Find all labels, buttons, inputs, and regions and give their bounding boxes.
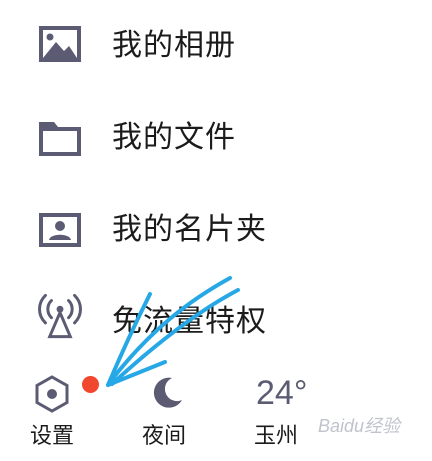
watermark-text: Baidu经验 bbox=[318, 416, 401, 436]
menu-item-business-cards[interactable]: 我的名片夹 bbox=[0, 184, 432, 276]
settings-label: 设置 bbox=[30, 424, 75, 449]
bottom-toolbar: 设置 夜间 24° 玉州 bbox=[0, 362, 432, 461]
notification-badge bbox=[82, 376, 99, 393]
moon-icon bbox=[153, 377, 182, 408]
menu-item-label: 免流量特权 bbox=[112, 304, 267, 339]
image-icon bbox=[39, 26, 81, 62]
menu-item-label: 我的相册 bbox=[112, 28, 236, 63]
weather-temperature: 24° bbox=[256, 374, 308, 412]
weather-city: 玉州 bbox=[254, 424, 299, 449]
menu-item-label: 我的名片夹 bbox=[112, 212, 267, 247]
menu-item-free-data[interactable]: 免流量特权 bbox=[0, 276, 432, 368]
contact-card-icon bbox=[39, 213, 81, 247]
night-mode-button[interactable]: 夜间 bbox=[138, 362, 218, 461]
settings-hexagon-icon bbox=[35, 375, 69, 413]
night-mode-label: 夜间 bbox=[142, 424, 187, 449]
menu-item-label: 我的文件 bbox=[112, 120, 236, 155]
menu-item-files[interactable]: 我的文件 bbox=[0, 92, 432, 184]
folder-icon bbox=[39, 122, 81, 156]
menu-item-photos[interactable]: 我的相册 bbox=[0, 0, 432, 92]
weather-button[interactable]: 24° 玉州 bbox=[244, 362, 334, 461]
broadcast-antenna-icon bbox=[38, 293, 82, 339]
